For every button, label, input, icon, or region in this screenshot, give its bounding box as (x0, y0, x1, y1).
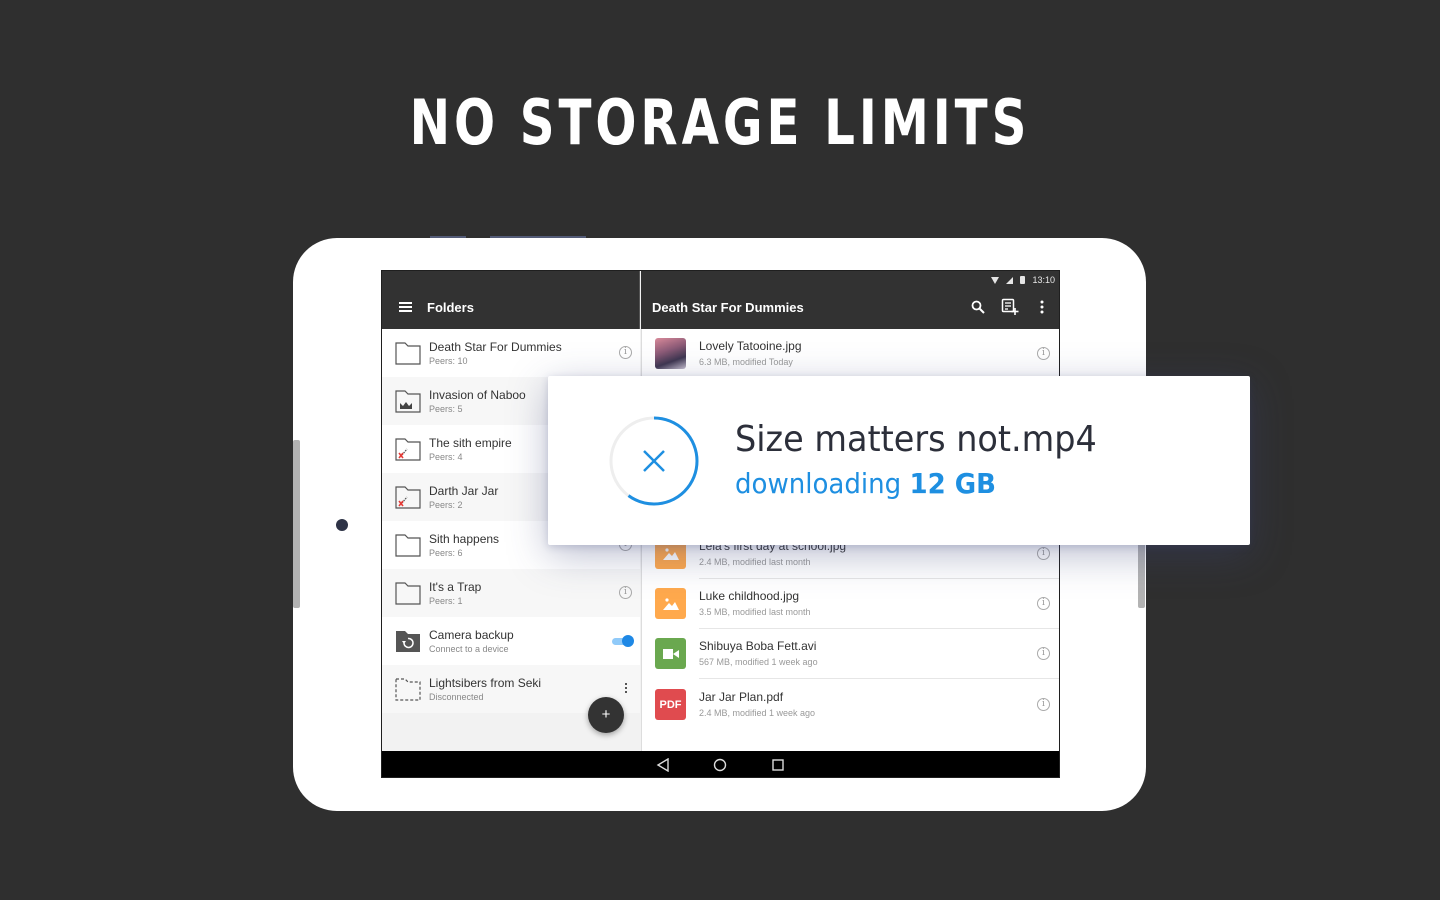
back-icon[interactable] (656, 758, 670, 772)
download-progress-card: Size matters not.mp4 downloading 12 GB (548, 376, 1250, 545)
battery-icon (1020, 276, 1026, 284)
camera-icon (336, 519, 348, 531)
file-meta: 2.4 MB, modified 1 week ago (699, 708, 816, 718)
folder-peers: Peers: 10 (429, 356, 468, 366)
more-vert-icon[interactable] (625, 683, 628, 695)
camera-backup-toggle[interactable] (612, 635, 634, 647)
download-status-label: downloading (735, 467, 902, 500)
signal-icon (1006, 276, 1014, 284)
folder-name: Darth Jar Jar (429, 484, 499, 498)
tablet-side-button (293, 440, 300, 608)
folder-peers: Peers: 5 (429, 404, 463, 414)
add-note-icon[interactable] (1001, 298, 1019, 316)
file-item[interactable]: Lovely Tatooine.jpg 6.3 MB, modified Tod… (642, 329, 1059, 379)
folder-name: It's a Trap (429, 580, 482, 594)
folder-error-icon (395, 486, 421, 509)
headline: NO STORAGE LIMITS (409, 86, 1031, 159)
folder-peers: Peers: 1 (429, 596, 463, 606)
photo-thumbnail (655, 338, 686, 369)
file-name: Shibuya Boba Fett.avi (699, 639, 817, 653)
folder-status: Connect to a device (429, 644, 509, 654)
android-nav-bar (382, 751, 1059, 777)
file-name: Jar Jar Plan.pdf (699, 690, 784, 704)
close-icon (643, 450, 665, 472)
folder-error-icon (395, 438, 421, 461)
folder-title: Death Star For Dummies (652, 300, 804, 315)
file-meta: 567 MB, modified 1 week ago (699, 657, 818, 667)
info-icon[interactable]: i (1037, 547, 1050, 560)
folders-title: Folders (427, 300, 474, 315)
download-status: downloading 12 GB (735, 467, 996, 500)
folder-name: Sith happens (429, 532, 500, 546)
home-icon[interactable] (713, 758, 727, 772)
cancel-download-button[interactable] (608, 415, 700, 507)
folder-name: Camera backup (429, 628, 514, 642)
info-icon[interactable]: i (1037, 597, 1050, 610)
file-name: Luke childhood.jpg (699, 589, 800, 603)
file-meta: 6.3 MB, modified Today (699, 357, 793, 367)
add-folder-button[interactable]: + (588, 697, 624, 733)
more-vert-icon[interactable] (1033, 298, 1051, 316)
folder-disconnected-icon (395, 678, 421, 701)
folder-item[interactable]: It's a Trap Peers: 1 i (382, 569, 640, 617)
camera-backup-folder-icon (396, 631, 420, 652)
info-icon[interactable]: i (1037, 698, 1050, 711)
folder-name: Death Star For Dummies (429, 340, 562, 354)
folder-item[interactable]: Camera backup Connect to a device (382, 617, 640, 665)
folder-status: Disconnected (429, 692, 484, 702)
folder-icon (395, 534, 421, 557)
file-item[interactable]: Luke childhood.jpg 3.5 MB, modified last… (642, 579, 1059, 629)
info-icon[interactable]: i (1037, 347, 1050, 360)
tablet-top-button (490, 236, 586, 238)
folder-icon (395, 582, 421, 605)
folder-toolbar: 13:10 Death Star For Dummies (641, 271, 1059, 329)
folder-name: Invasion of Naboo (429, 388, 526, 402)
file-meta: 2.4 MB, modified last month (699, 557, 811, 567)
download-size: 12 GB (909, 467, 997, 500)
file-item[interactable]: Shibuya Boba Fett.avi 567 MB, modified 1… (642, 629, 1059, 679)
folder-crown-icon (395, 390, 421, 413)
tablet-top-button (430, 236, 466, 238)
folders-toolbar: Folders (382, 271, 640, 329)
file-name: Lovely Tatooine.jpg (699, 339, 802, 353)
download-file-name: Size matters not.mp4 (735, 419, 1097, 460)
file-meta: 3.5 MB, modified last month (699, 607, 811, 617)
pdf-file-icon: PDF (655, 689, 686, 720)
recents-icon[interactable] (771, 758, 785, 772)
folder-peers: Peers: 2 (429, 500, 463, 510)
wifi-icon (991, 276, 1000, 284)
status-bar: 13:10 (991, 273, 1055, 287)
info-icon[interactable]: i (619, 346, 632, 359)
folder-icon (395, 342, 421, 365)
file-item[interactable]: PDF Jar Jar Plan.pdf 2.4 MB, modified 1 … (642, 680, 1059, 730)
status-time: 13:10 (1032, 275, 1055, 285)
folder-item[interactable]: Death Star For Dummies Peers: 10 i (382, 329, 640, 377)
folder-peers: Peers: 6 (429, 548, 463, 558)
info-icon[interactable]: i (1037, 647, 1050, 660)
hamburger-icon[interactable] (399, 302, 412, 312)
video-file-icon (655, 638, 686, 669)
folder-name: The sith empire (429, 436, 512, 450)
image-file-icon (655, 588, 686, 619)
info-icon[interactable]: i (619, 586, 632, 599)
folder-name: Lightsibers from Seki (429, 676, 542, 690)
folder-peers: Peers: 4 (429, 452, 463, 462)
search-icon[interactable] (969, 298, 987, 316)
